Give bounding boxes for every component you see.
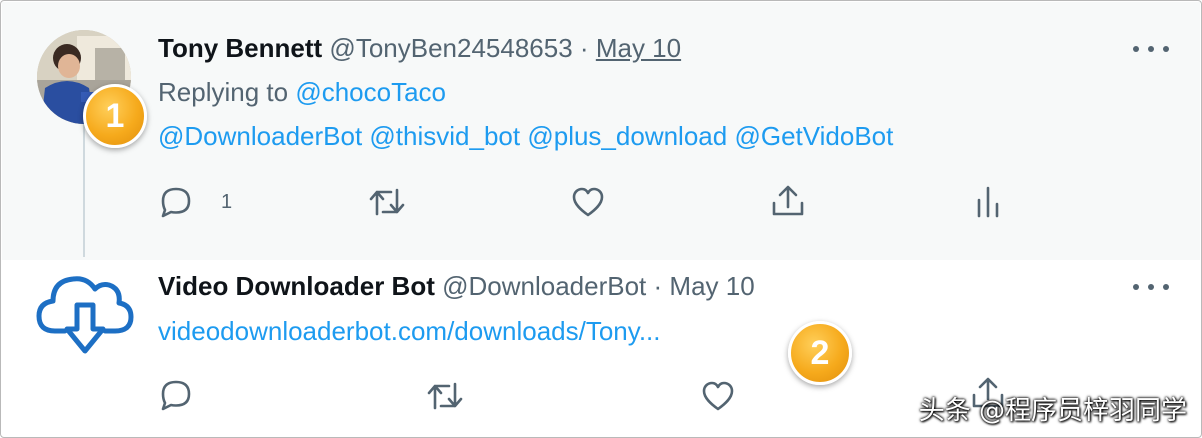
reply-button[interactable]: 1: [159, 186, 232, 218]
tweet-1-header: Tony Bennett @TonyBen24548653 · May 10: [158, 33, 681, 63]
replying-to-line: Replying to @chocoTaco: [158, 77, 446, 107]
author-name[interactable]: Video Downloader Bot: [158, 271, 435, 301]
author-handle[interactable]: @TonyBen24548653: [329, 33, 572, 63]
tweet-2-header: Video Downloader Bot @DownloaderBot · Ma…: [158, 271, 755, 301]
author-handle[interactable]: @DownloaderBot: [442, 271, 646, 301]
like-icon: [702, 381, 734, 411]
header-separator: ·: [653, 271, 663, 301]
thread-connector-line: [83, 123, 85, 257]
replying-to-mention[interactable]: @chocoTaco: [295, 77, 446, 107]
cloud-download-icon[interactable]: [35, 271, 135, 362]
callout-badge-2: 2: [788, 321, 852, 385]
analytics-button[interactable]: [975, 186, 1001, 218]
watermark-text: 头条 @程序员梓羽同学: [918, 396, 1187, 426]
retweet-button[interactable]: [369, 187, 405, 217]
reply-button[interactable]: [159, 379, 193, 411]
more-icon[interactable]: [1133, 277, 1169, 297]
share-icon: [772, 185, 804, 216]
tweet-date[interactable]: May 10: [596, 33, 681, 63]
retweet-icon: [427, 382, 463, 410]
like-button[interactable]: [571, 187, 605, 217]
download-link[interactable]: videodownloaderbot.com/downloads/Tony...: [158, 316, 661, 346]
analytics-icon: [977, 186, 999, 218]
retweet-button[interactable]: [427, 381, 463, 411]
mention-link[interactable]: @plus_download: [527, 121, 727, 151]
share-button[interactable]: [771, 185, 805, 217]
mentions-line: @DownloaderBot @thisvid_bot @plus_downlo…: [158, 121, 893, 151]
more-icon[interactable]: [1133, 39, 1169, 59]
retweet-icon: [369, 188, 405, 216]
like-button[interactable]: [701, 381, 735, 411]
mention-link[interactable]: @thisvid_bot: [369, 121, 520, 151]
header-separator: ·: [579, 33, 589, 63]
tweet-thread: 1 Tony Bennett @TonyBen24548653 · May 10…: [0, 0, 1202, 438]
callout-badge-1: 1: [83, 84, 147, 148]
reply-icon: [161, 187, 191, 218]
like-icon: [572, 187, 604, 217]
mention-link[interactable]: @GetVidoBot: [734, 121, 893, 151]
replying-prefix: Replying to: [158, 77, 289, 107]
reply-icon: [161, 380, 191, 411]
tweet-2-body: videodownloaderbot.com/downloads/Tony...: [158, 316, 661, 346]
author-name[interactable]: Tony Bennett: [158, 33, 322, 63]
mention-link[interactable]: @DownloaderBot: [158, 121, 362, 151]
tweet-date[interactable]: May 10: [669, 271, 754, 301]
reply-count: 1: [221, 190, 233, 213]
